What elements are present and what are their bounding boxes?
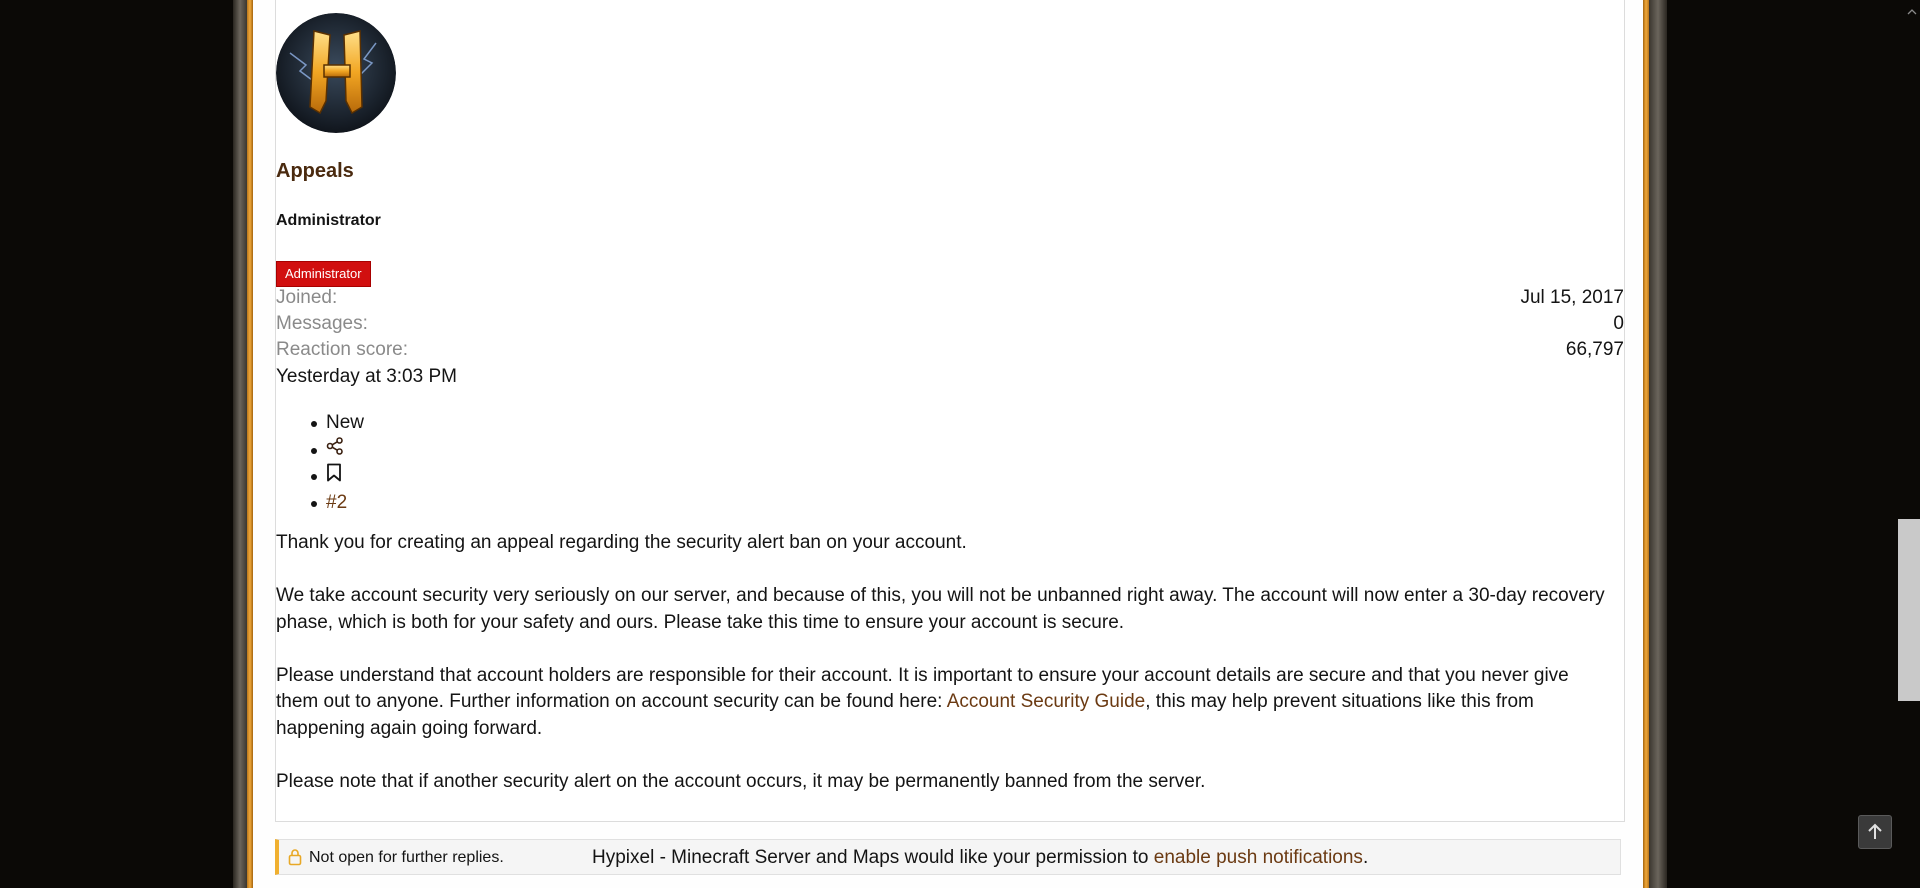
post-actions: New #2 bbox=[276, 410, 364, 516]
scrollbar-thumb[interactable] bbox=[1898, 519, 1920, 701]
push-notice: Hypixel - Minecraft Server and Maps woul… bbox=[592, 847, 1368, 869]
username[interactable]: Appeals bbox=[276, 160, 354, 183]
share-icon[interactable] bbox=[326, 436, 344, 463]
post-message: Appeals Administrator Administrator Join… bbox=[275, 0, 1625, 822]
security-guide-link[interactable]: Account Security Guide bbox=[947, 691, 1146, 712]
bookmark-item bbox=[276, 463, 364, 490]
enable-push-link[interactable]: enable push notifications bbox=[1154, 847, 1363, 868]
stat-label: Reaction score: bbox=[276, 339, 409, 360]
user-title: Administrator bbox=[276, 212, 381, 229]
arrow-up-icon bbox=[1868, 823, 1882, 839]
thread-page: Appeals Administrator Administrator Join… bbox=[253, 0, 1643, 888]
post-body: Thank you for creating an appeal regardi… bbox=[276, 530, 1616, 822]
push-notice-end: . bbox=[1362, 847, 1369, 868]
body-paragraph: Thank you for creating an appeal regardi… bbox=[276, 532, 967, 553]
post-permalink[interactable]: #2 bbox=[326, 492, 347, 513]
stat-value: 66,797 bbox=[1565, 339, 1624, 360]
new-label-item: New bbox=[276, 410, 364, 437]
user-banner: Administrator bbox=[276, 261, 371, 287]
new-label: New bbox=[326, 412, 365, 433]
share-item bbox=[276, 436, 364, 464]
scroll-to-top-button[interactable] bbox=[1858, 815, 1892, 849]
stat-joined: Joined: Jul 15, 2017 bbox=[276, 287, 1624, 313]
frame-rail-left bbox=[233, 0, 247, 888]
permalink-item: #2 bbox=[276, 490, 364, 517]
body-paragraph: Please understand that account holders a… bbox=[276, 663, 1616, 743]
stat-label: Messages: bbox=[276, 313, 368, 334]
frame-rail-right bbox=[1649, 0, 1667, 888]
stat-messages: Messages: 0 bbox=[276, 313, 1624, 339]
push-notice-text: Hypixel - Minecraft Server and Maps woul… bbox=[592, 847, 1154, 868]
stat-reaction-score: Reaction score: 66,797 bbox=[276, 339, 1624, 365]
stat-value: Jul 15, 2017 bbox=[1520, 287, 1624, 308]
scroll-up-arrow[interactable] bbox=[1907, 3, 1917, 21]
thread-status-bar: Not open for further replies. Hypixel - … bbox=[275, 839, 1621, 875]
stat-value[interactable]: 0 bbox=[1613, 313, 1624, 335]
avatar[interactable] bbox=[276, 13, 396, 133]
post-date[interactable]: Yesterday at 3:03 PM bbox=[276, 366, 457, 388]
lock-icon bbox=[288, 848, 302, 871]
bookmark-icon[interactable] bbox=[326, 463, 342, 490]
stat-label: Joined: bbox=[276, 287, 338, 308]
body-paragraph: Please note that if another security ale… bbox=[276, 770, 1206, 792]
thread-status-text: Not open for further replies. bbox=[309, 849, 504, 866]
body-paragraph: We take account security very seriously … bbox=[276, 585, 1605, 633]
